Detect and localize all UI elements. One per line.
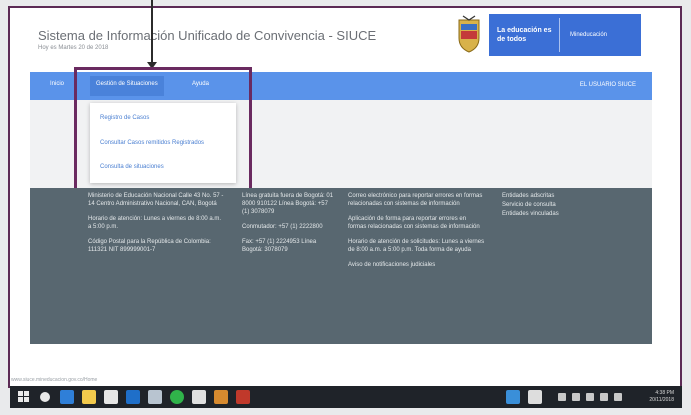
status-bar-url: www.siuce.mineducacion.gov.co/Home bbox=[11, 377, 98, 383]
chrome-icon[interactable] bbox=[170, 390, 184, 404]
search-icon[interactable] bbox=[40, 392, 50, 402]
powerpoint-icon[interactable] bbox=[214, 390, 228, 404]
app-icon[interactable] bbox=[192, 390, 206, 404]
file-explorer-icon[interactable] bbox=[82, 390, 96, 404]
word-icon[interactable] bbox=[126, 390, 140, 404]
nav-item-inicio[interactable]: Inicio bbox=[50, 81, 64, 87]
footer-postal: Código Postal para la República de Colom… bbox=[88, 239, 211, 253]
footer-hours: Horario de atención: Lunes a viernes de … bbox=[88, 216, 222, 230]
system-clock[interactable]: 4:38 PM 20/11/2018 bbox=[649, 390, 674, 404]
footer-link-consulta[interactable]: Servicio de consulta bbox=[502, 201, 582, 209]
notification-icon[interactable] bbox=[614, 393, 622, 401]
footer-link-form[interactable]: Aplicación de forma para reportar errore… bbox=[348, 215, 486, 231]
site-footer: Ministerio de Educación Nacional Calle 4… bbox=[30, 188, 652, 344]
mail-icon[interactable] bbox=[148, 390, 162, 404]
clock-date: 20/11/2018 bbox=[649, 397, 674, 403]
footer-col-phones: Línea gratuita fuera de Bogotá: 01 8000 … bbox=[242, 192, 334, 261]
ministry-logo-subtext: Mineducación bbox=[570, 32, 608, 38]
store-icon[interactable] bbox=[104, 390, 118, 404]
volume-icon[interactable] bbox=[586, 393, 594, 401]
ministry-logo-text: La educación es de todos bbox=[497, 27, 552, 43]
tray-app-icon-2[interactable] bbox=[528, 390, 542, 404]
user-menu[interactable]: EL USUARIO SIUCE bbox=[580, 82, 636, 88]
ministry-logo[interactable]: La educación es de todos Mineducación bbox=[489, 14, 641, 56]
clock-time: 4:38 PM bbox=[655, 390, 674, 396]
language-icon[interactable] bbox=[600, 393, 608, 401]
tray-app-icon[interactable] bbox=[506, 390, 520, 404]
footer-support-hours: Horario de atención de solicitudes: Lune… bbox=[348, 239, 485, 253]
windows-start-icon[interactable] bbox=[18, 391, 30, 403]
windows-taskbar: 4:38 PM 20/11/2018 bbox=[10, 386, 682, 408]
footer-link-vinculadas[interactable]: Entidades vinculadas bbox=[502, 210, 582, 218]
edge-browser-icon[interactable] bbox=[60, 390, 74, 404]
annotation-arrow bbox=[151, 0, 153, 68]
footer-fax: Fax: +57 (1) 2224953 Línea Bogotá: 30780… bbox=[242, 239, 317, 253]
footer-phone-switch: Conmutador: +57 (1) 2222800 bbox=[242, 224, 323, 230]
page-title: Sistema de Información Unificado de Conv… bbox=[38, 28, 377, 43]
footer-link-notices[interactable]: Aviso de notificaciones judiciales bbox=[348, 261, 486, 269]
network-icon[interactable] bbox=[572, 393, 580, 401]
footer-phone-free: Línea gratuita fuera de Bogotá: 01 8000 … bbox=[242, 193, 334, 215]
colombia-shield-icon bbox=[458, 15, 480, 53]
footer-link-adscritas[interactable]: Entidades adscritas bbox=[502, 192, 582, 200]
office-icon[interactable] bbox=[236, 390, 250, 404]
footer-address: Ministerio de Educación Nacional Calle 4… bbox=[88, 193, 224, 207]
annotation-highlight-box bbox=[74, 67, 252, 193]
footer-link-email[interactable]: Correo electrónico para reportar errores… bbox=[348, 192, 486, 208]
footer-col-support: Correo electrónico para reportar errores… bbox=[348, 192, 486, 276]
footer-col-links: Entidades adscritas Servicio de consulta… bbox=[502, 192, 582, 225]
people-icon[interactable] bbox=[558, 393, 566, 401]
footer-col-contact: Ministerio de Educación Nacional Calle 4… bbox=[88, 192, 226, 261]
coat-of-arms-logo bbox=[451, 14, 487, 56]
page-date: Hoy es Martes 20 de 2018 bbox=[38, 45, 109, 51]
